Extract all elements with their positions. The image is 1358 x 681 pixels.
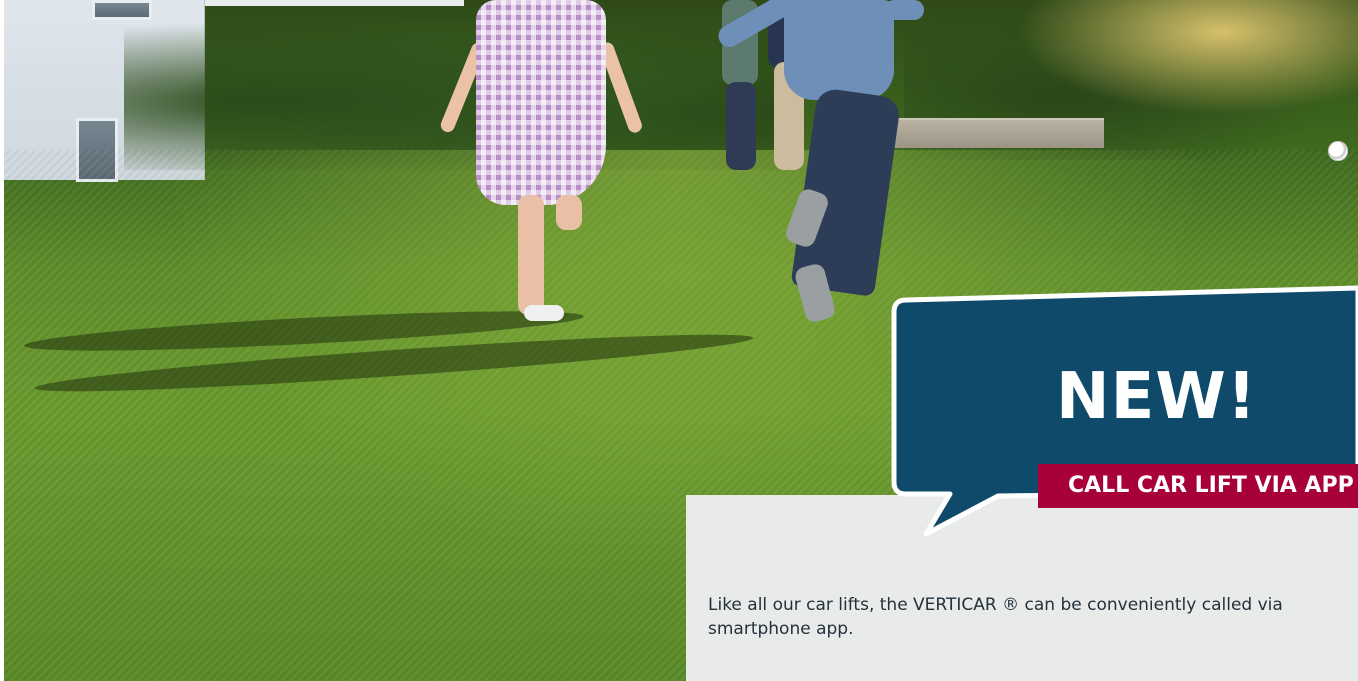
running-boy xyxy=(704,0,934,324)
app-banner: CALL CAR LIFT VIA APP xyxy=(1038,464,1358,508)
new-badge: NEW! xyxy=(1056,360,1258,434)
new-feature-callout: NEW! CALL CAR LIFT VIA APP xyxy=(888,282,1358,542)
checkered-dress xyxy=(476,0,606,205)
leg xyxy=(518,195,544,315)
shoe xyxy=(524,305,564,321)
leg xyxy=(556,195,582,230)
soccer-ball xyxy=(1328,141,1348,161)
shirt xyxy=(784,0,894,100)
running-girl xyxy=(438,0,644,330)
info-text: Like all our car lifts, the VERTICAR ® c… xyxy=(708,595,1283,639)
app-banner-label: CALL CAR LIFT VIA APP xyxy=(1068,473,1354,498)
